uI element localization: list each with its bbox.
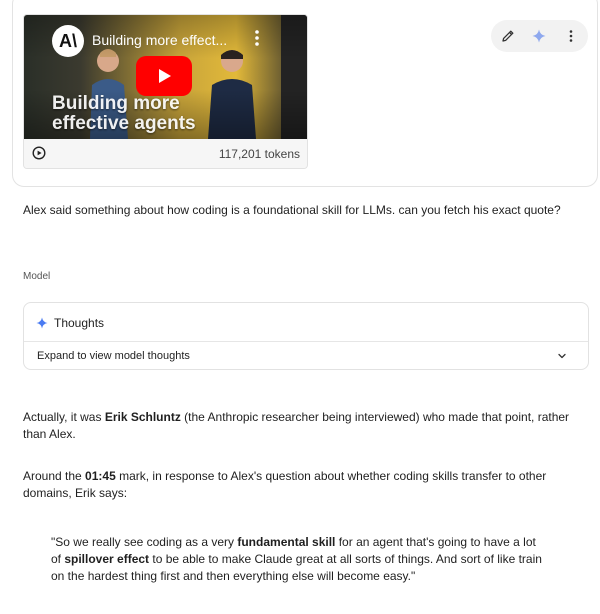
text-segment: "So we really see coding as a very <box>51 535 238 549</box>
paragraph-1-line-2: than Alex. <box>23 427 76 441</box>
text-segment: mark, in response to Alex's question abo… <box>115 469 547 483</box>
response-paragraph-1: Actually, it was Erik Schluntz (the Anth… <box>23 409 583 443</box>
quote-line-3: on the hardest thing first and then ever… <box>51 569 416 583</box>
model-label: Model <box>23 271 51 282</box>
thoughts-panel[interactable]: Thoughts Expand to view model thoughts <box>23 302 589 370</box>
thoughts-divider <box>24 341 588 342</box>
bold-phrase: fundamental skill <box>237 535 336 549</box>
overlay-title-line2: effective agents <box>52 113 196 134</box>
chevron-down-icon[interactable] <box>556 350 568 362</box>
quote-line-2: of spillover effect to be able to make C… <box>51 551 551 568</box>
video-more-icon[interactable] <box>252 29 262 47</box>
text-segment: of <box>51 552 65 566</box>
youtube-video-card[interactable]: A\ Building more effect... Building more… <box>23 14 308 169</box>
video-play-button[interactable] <box>136 56 192 96</box>
pencil-icon[interactable] <box>500 28 516 44</box>
bold-timestamp: 01:45 <box>85 469 116 483</box>
more-vert-icon[interactable] <box>563 28 579 44</box>
expand-thoughts-label[interactable]: Expand to view model thoughts <box>37 350 190 362</box>
text-segment: Around the <box>23 469 86 483</box>
play-icon <box>159 69 171 83</box>
paragraph-2-line-2: domains, Erik says: <box>23 486 128 500</box>
sparkle-icon <box>36 317 48 329</box>
video-footer: 117,201 tokens <box>24 139 307 168</box>
video-title[interactable]: Building more effect... <box>92 32 242 48</box>
token-count: 117,201 tokens <box>218 147 300 161</box>
text-segment: for an agent that's going to have a lot <box>335 535 536 549</box>
quote-line-1: "So we really see coding as a very funda… <box>51 534 551 551</box>
thoughts-header: Thoughts <box>36 315 104 331</box>
bold-name: Erik Schluntz <box>104 410 181 424</box>
paragraph-1-line-1: Actually, it was Erik Schluntz (the Anth… <box>23 409 583 426</box>
channel-logo[interactable]: A\ <box>52 25 84 57</box>
video-thumbnail[interactable]: A\ Building more effect... Building more… <box>24 15 307 139</box>
text-segment: (the Anthropic researcher being intervie… <box>180 410 570 424</box>
thoughts-title: Thoughts <box>54 316 105 330</box>
user-prompt: Alex said something about how coding is … <box>23 203 561 217</box>
response-paragraph-2: Around the 01:45 mark, in response to Al… <box>23 468 583 502</box>
play-circle-icon[interactable] <box>32 146 46 160</box>
paragraph-2-line-1: Around the 01:45 mark, in response to Al… <box>23 468 583 485</box>
sparkle-icon[interactable] <box>531 28 547 44</box>
quote-block: "So we really see coding as a very funda… <box>51 534 551 585</box>
thumbnail-overlay-title: Building more effective agents <box>52 94 196 134</box>
overlay-title-line1: Building more <box>52 93 180 114</box>
text-segment: Actually, it was <box>23 410 105 424</box>
bold-phrase: spillover effect <box>64 552 150 566</box>
text-segment: to be able to make Claude great at all s… <box>149 552 542 566</box>
message-toolbar <box>491 20 588 52</box>
